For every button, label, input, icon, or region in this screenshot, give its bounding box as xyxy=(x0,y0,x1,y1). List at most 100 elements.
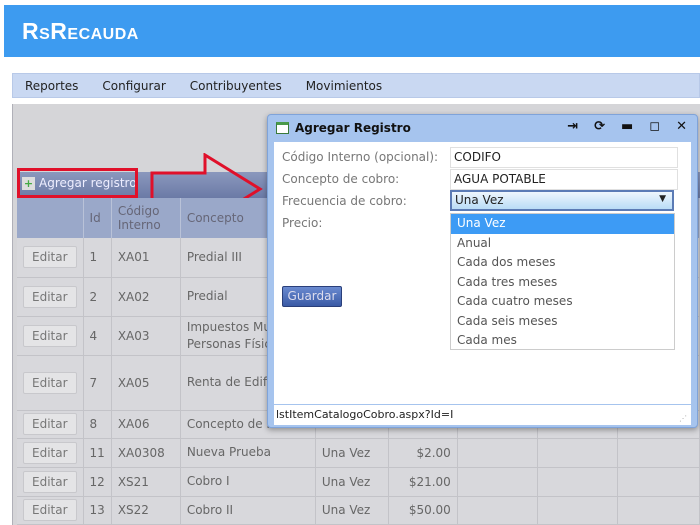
cell-code: XS21 xyxy=(117,474,149,489)
cell-price-cell: $2.00 xyxy=(388,438,458,468)
edit-button-cell: Editar xyxy=(17,438,84,468)
edit-button[interactable]: Editar xyxy=(23,470,77,493)
cell-empty xyxy=(537,438,618,468)
edit-button[interactable]: Editar xyxy=(23,246,77,269)
frequency-option[interactable]: Cada cuatro meses xyxy=(451,292,674,312)
cell-code: XA05 xyxy=(117,375,150,390)
close-icon[interactable]: ✕ xyxy=(676,119,687,134)
cell-code-cell: XS22 xyxy=(111,496,181,525)
cell-code-cell: XA01 xyxy=(111,238,181,278)
frequency-option[interactable]: Cada tres meses xyxy=(451,273,674,293)
edit-button[interactable]: Editar xyxy=(23,285,77,308)
cell-price: $21.00 xyxy=(408,474,451,489)
cell-id-cell: 7 xyxy=(83,355,112,411)
cell-price: $50.00 xyxy=(408,503,451,517)
cell-id-cell: 2 xyxy=(83,277,112,317)
minimize-icon[interactable]: ▬ xyxy=(621,119,633,134)
cell-id: 8 xyxy=(89,417,98,431)
cell-id: 1 xyxy=(89,250,98,265)
edit-button-cell: Editar xyxy=(17,238,84,278)
price-label: Precio: xyxy=(282,216,323,230)
frequency-option[interactable]: Cada mes xyxy=(451,331,674,351)
cell-id: 13 xyxy=(89,503,105,517)
edit-button-cell: Editar xyxy=(17,467,84,497)
cell-id-cell: 13 xyxy=(83,496,112,525)
concept-label: Concepto de cobro: xyxy=(282,172,400,186)
window-icon xyxy=(276,122,289,134)
frequency-option[interactable]: Anual xyxy=(451,234,674,254)
cell-id-cell: 11 xyxy=(83,438,112,468)
edit-button[interactable]: Editar xyxy=(23,371,77,394)
code-input[interactable]: CODIFO xyxy=(450,147,678,168)
frequency-select[interactable]: Una Vez ▼ xyxy=(450,190,674,211)
cell-concept-cell: Cobro I xyxy=(180,467,316,497)
edit-button-cell: Editar xyxy=(17,277,84,317)
cell-price-cell: $50.00 xyxy=(388,496,458,525)
nav-reportes[interactable]: Reportes xyxy=(25,79,78,93)
col-id[interactable]: Id xyxy=(83,198,112,238)
cell-empty xyxy=(537,467,618,497)
cell-concept: Cobro I xyxy=(186,474,230,488)
cell-id-cell: 8 xyxy=(83,410,112,439)
reload-icon[interactable]: ⟳ xyxy=(594,119,605,134)
cell-empty xyxy=(617,467,700,497)
save-button[interactable]: Guardar xyxy=(282,286,342,307)
cell-code-cell: XA05 xyxy=(111,355,181,411)
annotation-highlight-box xyxy=(17,168,138,198)
cell-id-cell: 4 xyxy=(83,316,112,356)
nav-contribuyentes[interactable]: Contribuyentes xyxy=(190,79,282,93)
cell-empty xyxy=(457,467,538,497)
frequency-option[interactable]: Cada dos meses xyxy=(451,253,674,273)
frequency-option[interactable]: Una Vez xyxy=(451,214,674,234)
frequency-dropdown-list: Una Vez Anual Cada dos meses Cada tres mese… xyxy=(450,213,675,350)
frequency-option[interactable]: Cada seis meses xyxy=(451,312,674,332)
cell-concept: Concepto de Pr xyxy=(186,416,279,431)
cell-id: 12 xyxy=(89,474,105,489)
concept-input[interactable]: AGUA POTABLE xyxy=(450,169,678,190)
table-row: Editar 11 XA0308 Nueva Prueba Una Vez $2.00 xyxy=(17,438,700,468)
edit-button[interactable]: Editar xyxy=(23,499,77,521)
nav-configurar[interactable]: Configurar xyxy=(102,79,165,93)
dialog-body: Código Interno (opcional): CODIFO Concep… xyxy=(274,142,691,404)
dialog-title[interactable]: Agregar Registro xyxy=(276,121,411,135)
cell-frequency-cell: Una Vez xyxy=(315,438,389,468)
cell-code-cell: XA06 xyxy=(111,410,181,439)
cell-code-cell: XS21 xyxy=(111,467,181,497)
edit-button-cell: Editar xyxy=(17,316,84,356)
cell-empty xyxy=(617,496,700,525)
add-record-dialog: Agregar Registro ⇥ ⟳ ▬ ◻ ✕ Código Intern… xyxy=(267,114,698,428)
cell-empty xyxy=(457,438,538,468)
cell-concept: Predial xyxy=(186,289,228,303)
cell-concept-cell: Cobro II xyxy=(180,496,316,525)
dialog-title-text: Agregar Registro xyxy=(295,121,411,135)
col-code[interactable]: Código Interno xyxy=(111,198,181,238)
cell-code: XA06 xyxy=(117,417,150,431)
cell-id: 7 xyxy=(89,375,98,390)
pin-icon[interactable]: ⇥ xyxy=(567,119,578,134)
cell-id: 4 xyxy=(89,328,98,343)
resize-grip-icon[interactable]: ⋰ xyxy=(679,414,687,423)
cell-frequency: Una Vez xyxy=(321,503,371,517)
cell-frequency: Una Vez xyxy=(321,474,371,489)
edit-button[interactable]: Editar xyxy=(23,413,77,435)
maximize-icon[interactable]: ◻ xyxy=(649,119,660,134)
cell-price-cell: $21.00 xyxy=(388,467,458,497)
cell-frequency-cell: Una Vez xyxy=(315,467,389,497)
frequency-selected-value: Una Vez xyxy=(455,193,504,207)
cell-concept: Predial III xyxy=(186,249,242,264)
edit-button[interactable]: Editar xyxy=(23,441,77,464)
window-controls: ⇥ ⟳ ▬ ◻ ✕ xyxy=(567,119,687,134)
cell-frequency-cell: Una Vez xyxy=(315,496,389,525)
frequency-label: Frecuencia de cobro: xyxy=(282,194,407,208)
nav-movimientos[interactable]: Movimientos xyxy=(306,79,382,93)
cell-empty xyxy=(457,496,538,525)
cell-concept: Nueva Prueba xyxy=(186,445,271,459)
cell-code: XA02 xyxy=(117,289,150,304)
cell-code-cell: XA03 xyxy=(111,316,181,356)
table-row: Editar 12 XS21 Cobro I Una Vez $21.00 xyxy=(17,467,700,497)
edit-button[interactable]: Editar xyxy=(23,324,77,347)
edit-button-cell: Editar xyxy=(17,410,84,439)
cell-code: XA0308 xyxy=(117,445,165,460)
app-logo: RsRecauda xyxy=(22,18,139,44)
cell-code: XA01 xyxy=(117,250,150,265)
